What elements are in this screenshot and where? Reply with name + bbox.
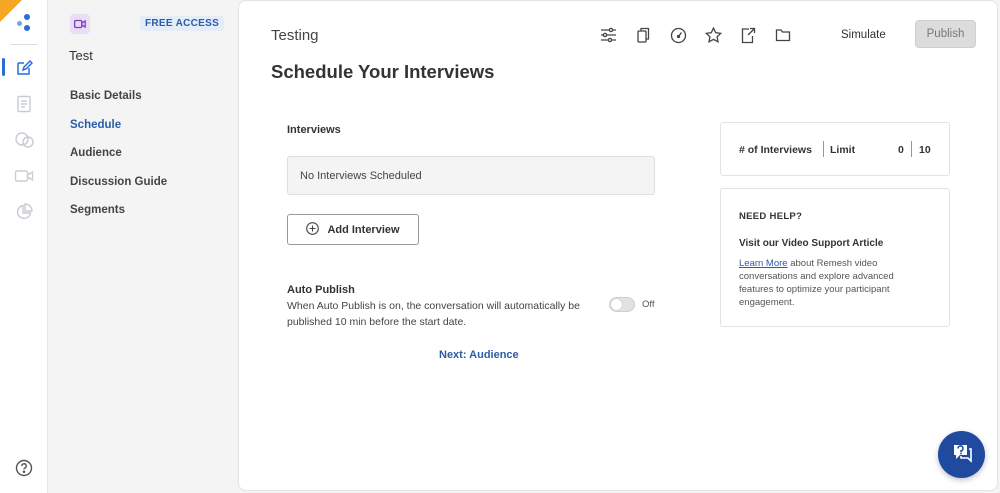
help-subheading: Visit our Video Support Article — [739, 238, 884, 249]
pie-chart-icon[interactable] — [12, 200, 36, 224]
support-chat-icon — [950, 440, 974, 469]
edit-icon[interactable] — [12, 56, 36, 80]
interview-count-value: 0 — [898, 144, 904, 156]
nav-basic-details[interactable]: Basic Details — [70, 88, 167, 117]
star-icon[interactable] — [704, 25, 722, 45]
publish-button[interactable]: Publish — [915, 20, 976, 48]
folder-icon[interactable] — [774, 25, 792, 45]
interview-count-label: # of Interviews — [739, 144, 812, 156]
auto-publish-title: Auto Publish — [287, 284, 355, 296]
project-nav: Basic Details Schedule Audience Discussi… — [70, 88, 167, 231]
simulate-button[interactable]: Simulate — [841, 29, 886, 41]
page-title: Schedule Your Interviews — [271, 61, 495, 82]
free-access-badge: FREE ACCESS — [140, 16, 225, 31]
support-chat-button[interactable] — [938, 431, 985, 478]
auto-publish-toggle[interactable] — [609, 297, 635, 312]
interviews-empty-state: No Interviews Scheduled — [287, 156, 655, 195]
nav-schedule[interactable]: Schedule — [70, 117, 167, 146]
rail-divider — [10, 44, 38, 45]
breadcrumb: Testing — [271, 27, 319, 44]
icon-rail — [0, 0, 48, 493]
video-icon[interactable] — [12, 164, 36, 188]
project-sidebar: FREE ACCESS Test Basic Details Schedule … — [48, 0, 238, 493]
nav-audience[interactable]: Audience — [70, 145, 167, 174]
help-body: Learn More about Remesh video conversati… — [739, 257, 914, 309]
chat-bubbles-icon[interactable] — [12, 128, 36, 152]
help-card: NEED HELP? Visit our Video Support Artic… — [720, 188, 950, 327]
auto-publish-description: When Auto Publish is on, the conversatio… — [287, 300, 580, 328]
project-name: Test — [69, 48, 93, 63]
add-interview-button[interactable]: Add Interview — [287, 214, 419, 245]
help-circle-icon[interactable] — [12, 456, 36, 480]
stats-divider — [911, 141, 912, 157]
nav-segments[interactable]: Segments — [70, 202, 167, 231]
logo-icon[interactable] — [15, 14, 33, 32]
interviews-label: Interviews — [287, 124, 341, 136]
toggle-state-label: Off — [642, 299, 655, 310]
limit-label: Limit — [830, 144, 856, 156]
nav-discussion-guide[interactable]: Discussion Guide — [70, 174, 167, 203]
interview-stats-card: # of Interviews Limit 0 10 — [720, 122, 950, 176]
plus-circle-icon — [306, 221, 320, 238]
help-heading: NEED HELP? — [739, 211, 803, 222]
main-panel: Testing Schedule Your Interviews Simulat… — [238, 0, 998, 491]
limit-value: 10 — [919, 144, 931, 156]
active-indicator — [2, 58, 5, 76]
next-audience-link[interactable]: Next: Audience — [439, 349, 519, 361]
stats-divider — [823, 141, 824, 157]
toolbar — [599, 25, 792, 45]
sliders-icon[interactable] — [599, 25, 617, 45]
add-interview-label: Add Interview — [327, 223, 400, 236]
export-icon[interactable] — [739, 25, 757, 45]
document-icon[interactable] — [12, 92, 36, 116]
video-project-icon — [70, 14, 90, 34]
gauge-icon[interactable] — [669, 25, 687, 45]
learn-more-link[interactable]: Learn More — [739, 258, 788, 269]
copy-icon[interactable] — [634, 25, 652, 45]
